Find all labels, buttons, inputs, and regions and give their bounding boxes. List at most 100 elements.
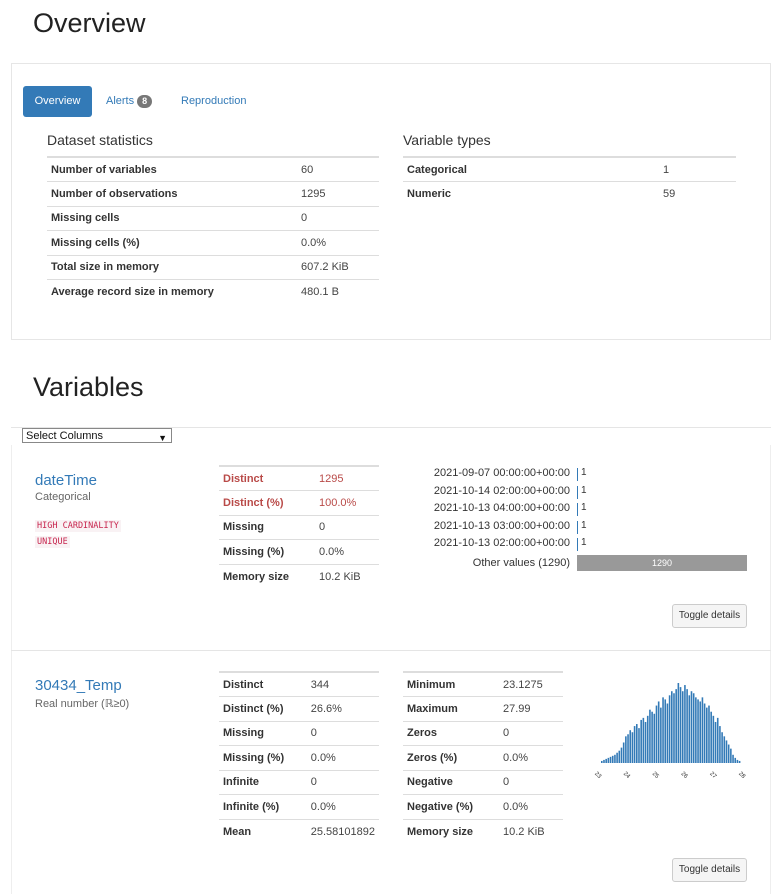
histogram-bar <box>657 701 660 763</box>
histogram-bar <box>697 699 699 763</box>
table-row: Distinct 344 <box>219 671 379 697</box>
table-row: Missing 0 <box>219 720 379 746</box>
row-key: Negative (%) <box>403 794 499 819</box>
histogram-bar <box>625 736 627 763</box>
row-key: Missing cells <box>47 205 297 231</box>
variable-card-30434-temp: 30434_Temp Real number (ℝ≥0) Distinct 344… <box>11 651 771 894</box>
row-key: Missing <box>219 720 307 746</box>
table-row: Number of variables 60 <box>47 156 379 182</box>
histogram-bar <box>712 715 715 763</box>
row-key: Number of observations <box>47 181 297 206</box>
toggle-details-button[interactable]: Toggle details <box>672 858 747 882</box>
datetime-stats-table: Distinct 1295 Distinct (%) 100.0% Missing 0 Mi… <box>219 465 379 589</box>
histogram-bar <box>734 757 737 763</box>
row-value: 25.58101892 <box>306 818 379 844</box>
table-row: Missing (%) 0.0% <box>219 539 379 564</box>
x-tick-label: 23 <box>593 771 602 780</box>
histogram-bar <box>651 711 653 763</box>
row-key: Average record size in memory <box>47 279 297 304</box>
variable-name-link[interactable]: 30434_Temp <box>35 677 122 694</box>
table-row: Missing cells 0 <box>47 205 379 231</box>
row-value: 59 <box>659 181 736 206</box>
row-key: Missing <box>219 514 315 540</box>
histogram-bar <box>708 705 710 763</box>
histogram-bar <box>688 695 691 763</box>
row-value: 1 <box>659 156 736 182</box>
row-key: Missing (%) <box>219 539 315 564</box>
tab-overview[interactable]: Overview <box>23 86 92 117</box>
histogram-bar <box>732 754 734 763</box>
other-values-bar: 1290 <box>577 554 747 571</box>
frequency-count: 1 <box>581 467 587 478</box>
overview-panel: Overview Alerts 8 Reproduction Dataset st… <box>11 63 771 340</box>
tag-high-cardinality: HIGH CARDINALITY <box>35 519 121 532</box>
histogram-bar <box>679 687 682 763</box>
row-key: Distinct (%) <box>219 696 307 721</box>
histogram-bar <box>736 759 739 763</box>
row-value: 1295 <box>297 181 379 206</box>
variable-types-table: Categorical 1 Numeric 59 <box>403 156 736 206</box>
tab-alerts[interactable]: Alerts 8 <box>106 86 153 117</box>
row-key: Distinct <box>219 465 315 491</box>
row-key: Maximum <box>403 696 499 721</box>
row-value: 0.0% <box>499 794 563 819</box>
row-key: Distinct (%) <box>219 490 315 515</box>
select-columns-dropdown[interactable]: Select Columns ▼ <box>22 428 172 443</box>
histogram-bar <box>690 691 693 763</box>
variables-title: Variables <box>33 372 144 402</box>
temp-histogram: 23 24 25 26 27 28 <box>593 683 746 780</box>
histogram-bar <box>629 730 632 763</box>
histogram-bar <box>719 726 721 763</box>
histogram-bar <box>695 697 697 763</box>
histogram-bar <box>738 760 741 763</box>
row-value: 26.6% <box>306 696 379 721</box>
table-row: Missing (%) 0.0% <box>219 745 379 770</box>
row-value: 480.1 B <box>297 279 379 304</box>
variable-types-heading: Variable types <box>403 132 491 148</box>
histogram-bar <box>638 728 640 763</box>
row-value: 0 <box>499 720 563 746</box>
row-value: 344 <box>306 671 379 697</box>
histogram-bar <box>609 756 612 763</box>
row-value: 0.0% <box>499 745 563 770</box>
row-value: 60 <box>297 156 379 182</box>
row-key: Missing (%) <box>219 745 307 770</box>
histogram-bar <box>631 732 634 763</box>
tab-reproduction[interactable]: Reproduction <box>181 86 246 117</box>
frequency-label: 2021-10-13 03:00:00+00:00 <box>433 519 570 532</box>
row-key: Number of variables <box>47 156 297 182</box>
histogram-bar <box>686 689 688 763</box>
table-row: Mean 25.58101892 <box>219 818 379 844</box>
histogram-bar <box>692 693 695 763</box>
row-key: Categorical <box>403 156 659 182</box>
histogram-bar <box>640 719 642 763</box>
row-value: 23.1275 <box>499 671 563 697</box>
variable-name-link[interactable]: dateTime <box>35 472 97 489</box>
table-row: Missing 0 <box>219 514 379 540</box>
row-key: Memory size <box>219 563 315 589</box>
other-values-label: Other values (1290) <box>472 556 570 569</box>
histogram-bar <box>675 689 677 763</box>
tag-high-cardinality-label: HIGH CARDINALITY <box>35 520 121 532</box>
variable-card-datetime: dateTime Categorical HIGH CARDINALITY UN… <box>11 445 771 650</box>
histogram-bar <box>655 705 658 763</box>
histogram-bar <box>701 697 704 763</box>
toggle-details-button[interactable]: Toggle details <box>672 604 747 628</box>
table-row: Negative (%) 0.0% <box>403 794 563 819</box>
histogram-bar <box>622 742 625 763</box>
temp-stats-right-table: Minimum 23.1275 Maximum 27.99 Zeros 0 Zeros (%… <box>403 671 563 844</box>
histogram-bar <box>601 760 603 763</box>
histogram-bar <box>653 713 656 763</box>
row-key: Missing cells (%) <box>47 230 297 255</box>
histogram-bar <box>660 707 662 763</box>
histogram-bar <box>611 755 614 763</box>
histogram-bar <box>681 691 684 763</box>
row-value: 0.0% <box>315 539 379 564</box>
table-row: Average record size in memory 480.1 B <box>47 279 379 304</box>
select-columns-label: Select Columns <box>26 430 104 442</box>
row-key: Zeros (%) <box>403 745 499 770</box>
histogram-bar <box>627 734 629 763</box>
x-tick-label: 28 <box>737 771 746 780</box>
histogram-bar <box>699 701 702 763</box>
chevron-down-icon: ▼ <box>158 433 167 443</box>
